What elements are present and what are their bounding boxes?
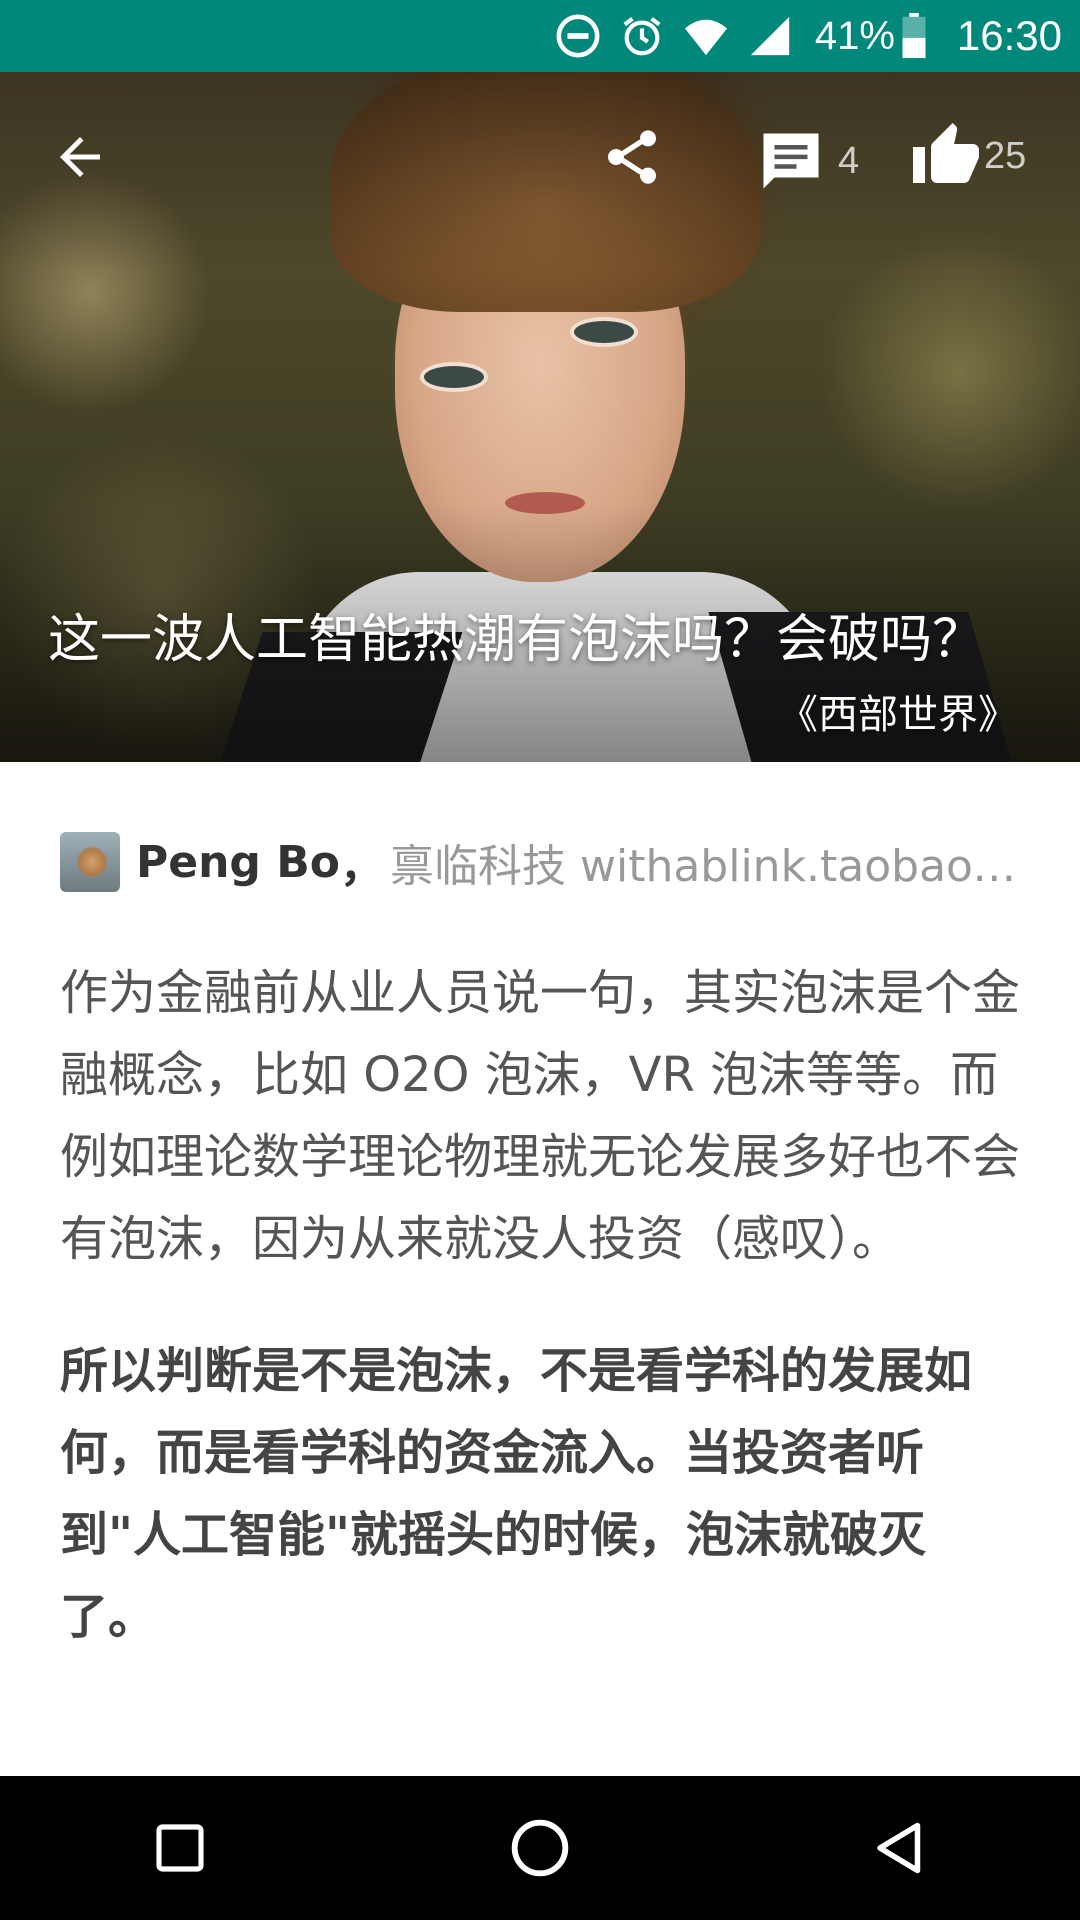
share-button[interactable]	[600, 122, 670, 192]
share-icon	[608, 130, 656, 184]
avatar[interactable]	[60, 832, 120, 892]
author-separator: ，	[340, 841, 384, 892]
clock: 16:30	[956, 12, 1062, 59]
back-icon	[877, 1822, 921, 1874]
system-back-button[interactable]	[860, 1808, 940, 1888]
article-title: 这一波人工智能热潮有泡沫吗？会破吗？	[48, 610, 985, 670]
comment-icon	[763, 133, 819, 189]
image-caption: 《西部世界》	[778, 692, 1018, 738]
nav-bar	[0, 1776, 1080, 1920]
screen: 41% 16:30 4 25 这一波人工智能热潮有泡沫吗？会破吗？ 《西部世界》…	[0, 0, 1080, 1920]
author-bio: 禀临科技 withablink.taobao.com	[390, 841, 1020, 892]
toolbar: 4 25	[0, 72, 1080, 242]
home-button[interactable]	[500, 1808, 580, 1888]
cell-signal-icon	[750, 16, 789, 56]
comment-button[interactable]: 4	[758, 126, 859, 196]
battery-icon	[902, 13, 926, 59]
alarm-icon	[623, 17, 661, 56]
author-row[interactable]: Peng Bo ， 禀临科技 withablink.taobao.com	[60, 832, 1020, 892]
status-bar: 41% 16:30	[0, 0, 1080, 72]
paragraph: 作为金融前从业人员说一句，其实泡沫是个金融概念，比如 O2O 泡沫，VR 泡沫等…	[60, 965, 1021, 1267]
like-count: 25	[984, 134, 1027, 177]
battery-percent: 41%	[814, 13, 895, 58]
author-name[interactable]: Peng Bo	[136, 837, 340, 888]
back-arrow-icon	[60, 137, 100, 177]
recents-button[interactable]	[140, 1808, 220, 1888]
thumbs-up-icon	[913, 123, 979, 183]
paragraph-bold: 所以判断是不是泡沫，不是看学科的发展如何，而是看学科的资金流入。当投资者听到"人…	[60, 1343, 973, 1645]
do-not-disturb-icon	[556, 14, 600, 58]
article-body: 作为金融前从业人员说一句，其实泡沫是个金融概念，比如 O2O 泡沫，VR 泡沫等…	[60, 952, 1020, 1708]
back-button[interactable]	[50, 122, 120, 192]
comment-count: 4	[838, 139, 860, 182]
wifi-icon	[684, 19, 727, 56]
like-button[interactable]: 25	[910, 120, 1026, 192]
home-icon	[511, 1819, 569, 1877]
recents-icon	[156, 1824, 204, 1872]
